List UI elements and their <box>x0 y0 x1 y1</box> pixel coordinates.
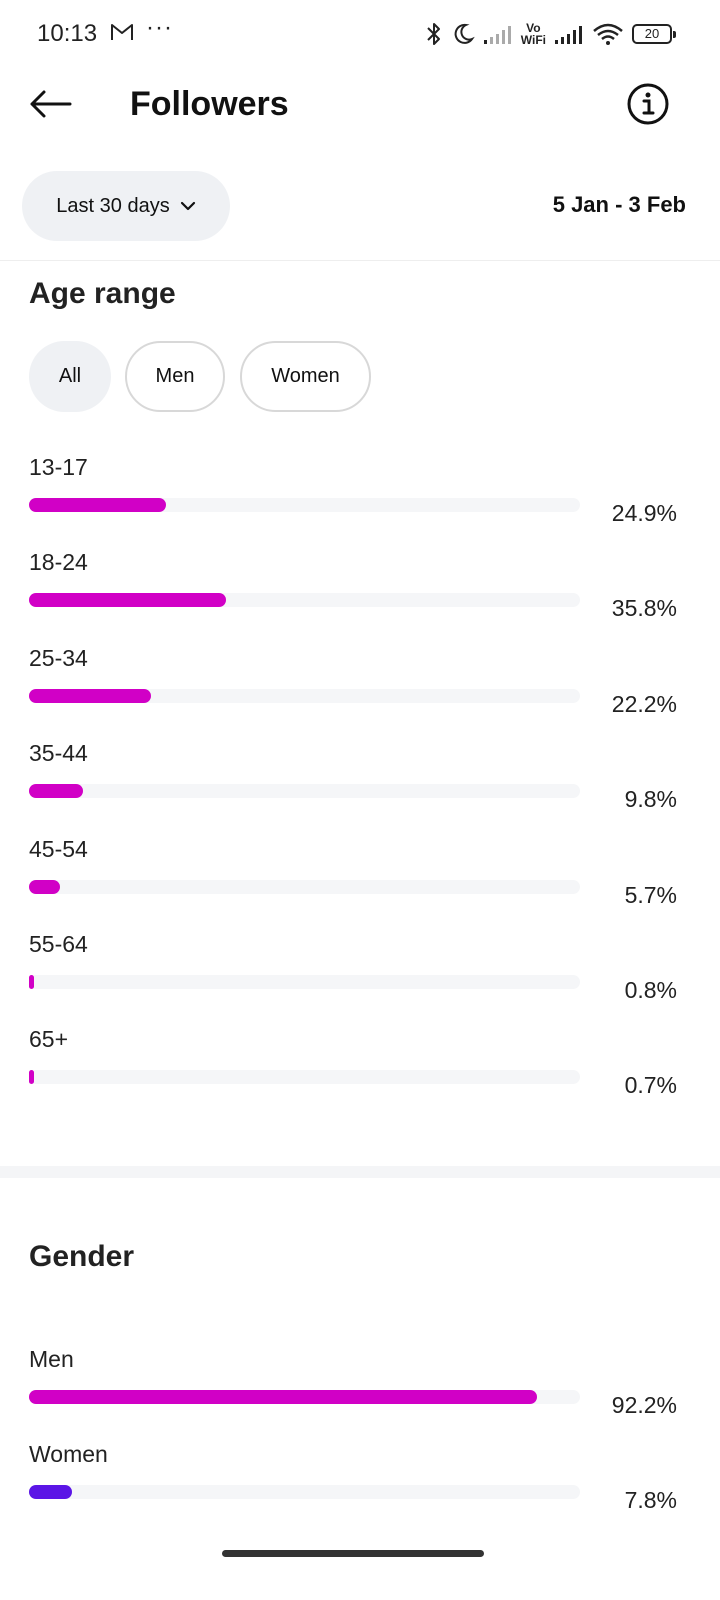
bar-track <box>29 784 580 799</box>
bar-row: 13-17 24.9% <box>0 454 720 542</box>
signal-2-icon <box>555 26 582 44</box>
section-divider <box>0 1166 720 1178</box>
bar-label: 45-54 <box>29 835 88 862</box>
wifi-label: WiFi <box>520 33 546 47</box>
divider <box>0 260 720 261</box>
bar-label: Women <box>29 1441 108 1467</box>
bar-fill <box>29 593 226 608</box>
gmail-icon <box>111 24 133 40</box>
bar-row: 45-54 5.7% <box>0 836 720 924</box>
home-indicator[interactable] <box>222 1550 484 1557</box>
bar-track <box>29 1070 580 1085</box>
bar-percentage: 9.8% <box>624 786 677 813</box>
bar-fill <box>29 498 166 512</box>
tab-women[interactable]: Women <box>240 341 371 412</box>
bar-track <box>29 975 580 989</box>
tab-men[interactable]: Men <box>125 341 225 412</box>
bar-row: 18-24 35.8% <box>0 549 720 637</box>
age-range-title: Age range <box>29 277 176 310</box>
bar-label: 65+ <box>29 1026 69 1053</box>
bar-row: 25-34 22.2% <box>0 645 720 733</box>
bar-track <box>29 498 580 512</box>
bar-row: 65+ 0.7% <box>0 1026 720 1114</box>
bar-track <box>29 593 580 608</box>
bar-fill <box>29 879 60 894</box>
signal-1-icon <box>483 26 511 44</box>
vowifi-icon: Vo WiFi <box>521 22 546 46</box>
more-notifications-icon: ··· <box>146 14 173 41</box>
bar-row: Women 7.8% <box>0 1441 720 1529</box>
bar-label: 35-44 <box>29 740 88 767</box>
bar-percentage: 24.9% <box>611 500 677 526</box>
info-icon <box>627 83 669 125</box>
date-range-text: 5 Jan - 3 Feb <box>552 192 686 217</box>
bar-fill <box>29 688 151 703</box>
page-title: Followers <box>130 85 289 123</box>
tab-all[interactable]: All <box>29 341 111 412</box>
bar-fill <box>29 975 34 989</box>
bar-percentage: 35.8% <box>611 595 677 622</box>
bar-track <box>29 1390 580 1404</box>
bar-fill <box>29 1390 537 1404</box>
bar-row: 35-44 9.8% <box>0 740 720 828</box>
back-arrow-icon <box>30 90 72 118</box>
status-time: 10:13 <box>37 20 98 47</box>
bar-percentage: 0.7% <box>624 1072 677 1099</box>
battery-icon: 20 <box>632 24 676 44</box>
bar-fill <box>29 1485 72 1499</box>
bar-label: 13-17 <box>29 454 88 480</box>
bar-track <box>29 1485 580 1499</box>
bar-row: Men 92.2% <box>0 1346 720 1434</box>
bar-percentage: 0.8% <box>624 977 677 1003</box>
bar-track <box>29 879 580 894</box>
bar-percentage: 7.8% <box>624 1487 677 1513</box>
bar-percentage: 22.2% <box>611 690 677 717</box>
moon-icon <box>454 23 475 44</box>
bar-percentage: 92.2% <box>611 1392 677 1418</box>
bar-track <box>29 688 580 703</box>
bar-row: 55-64 0.8% <box>0 931 720 1019</box>
back-button[interactable] <box>26 82 74 126</box>
bluetooth-icon <box>427 23 440 45</box>
status-bar: 10:13 ··· Vo WiFi 20 <box>0 0 720 70</box>
bar-label: 55-64 <box>29 931 88 957</box>
chevron-down-icon <box>180 201 195 211</box>
bar-label: 18-24 <box>29 549 88 576</box>
bar-fill <box>29 1070 34 1085</box>
wifi-icon <box>593 23 623 45</box>
info-button[interactable] <box>626 82 670 126</box>
status-icons: Vo WiFi 20 <box>425 18 676 50</box>
bar-label: Men <box>29 1346 74 1372</box>
bar-label: 25-34 <box>29 644 88 671</box>
date-range-dropdown-label: Last 30 days <box>56 194 170 217</box>
gender-title: Gender <box>29 1240 135 1273</box>
bar-percentage: 5.7% <box>624 881 677 908</box>
bar-fill <box>29 784 83 799</box>
date-range-dropdown[interactable]: Last 30 days <box>22 171 230 241</box>
